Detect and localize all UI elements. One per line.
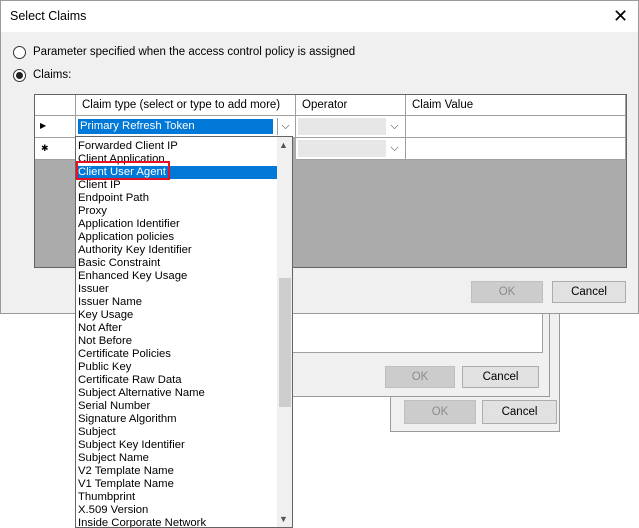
list-item[interactable]: Issuer (78, 283, 109, 296)
column-header-claim-type[interactable]: Claim type (select or type to add more) (76, 95, 296, 116)
chevron-down-icon[interactable]: ⌵ (277, 118, 293, 135)
radio-claims-label[interactable]: Claims: (33, 69, 71, 81)
claim-type-dropdown-list[interactable]: Forwarded Client IP Client Application C… (75, 136, 293, 528)
list-item[interactable]: Application policies (78, 231, 174, 244)
claim-type-selected-value[interactable]: Primary Refresh Token (77, 118, 274, 135)
list-item[interactable]: V2 Template Name (78, 465, 174, 478)
ok-button: OK (385, 366, 455, 388)
new-row-icon: ✱ (41, 143, 49, 153)
list-item[interactable]: Subject (78, 426, 116, 439)
background-dialog-2-cancel-button[interactable]: Cancel (482, 400, 557, 424)
list-item[interactable]: Application Identifier (78, 218, 180, 231)
row-pointer-icon: ▶ (40, 121, 47, 130)
list-item[interactable]: Endpoint Path (78, 192, 149, 205)
row-header-1[interactable]: ▶ (35, 116, 76, 138)
list-item[interactable]: Basic Constraint (78, 257, 160, 270)
list-item[interactable]: Signature Algorithm (78, 413, 177, 426)
chevron-down-icon[interactable]: ⌵ (386, 118, 403, 135)
claim-value-cell-new[interactable] (406, 138, 626, 160)
list-item[interactable]: Issuer Name (78, 296, 142, 309)
list-item[interactable]: Subject Name (78, 452, 149, 465)
list-item[interactable]: Public Key (78, 361, 131, 374)
claim-type-combo-1[interactable]: Primary Refresh Token ⌵ (76, 116, 296, 138)
close-icon[interactable]: ✕ (613, 7, 628, 25)
operator-combo-new[interactable]: ⌵ (296, 138, 406, 160)
operator-combo-body (298, 140, 386, 157)
list-item[interactable]: Client IP (78, 179, 121, 192)
column-header-claim-value[interactable]: Claim Value (406, 95, 626, 116)
list-item[interactable]: Not After (78, 322, 122, 335)
list-item[interactable]: Forwarded Client IP (78, 140, 178, 153)
list-item[interactable]: Enhanced Key Usage (78, 270, 187, 283)
radio-parameter-label[interactable]: Parameter specified when the access cont… (33, 46, 355, 58)
grid-corner (35, 95, 76, 116)
background-dialog-2-ok-button: OK (404, 400, 476, 424)
ok-button: OK (471, 281, 543, 303)
highlight-box (76, 161, 170, 180)
claim-value-cell-1[interactable] (406, 116, 626, 138)
list-item[interactable]: Subject Alternative Name (78, 387, 205, 400)
list-item[interactable]: V1 Template Name (78, 478, 174, 491)
radio-parameter[interactable] (13, 46, 26, 59)
column-header-operator[interactable]: Operator (296, 95, 406, 116)
cancel-button[interactable]: Cancel (482, 400, 557, 424)
list-item[interactable]: Authority Key Identifier (78, 244, 192, 257)
ok-button: OK (404, 400, 476, 424)
chevron-down-icon[interactable]: ⌵ (386, 140, 403, 157)
title-bar (1, 1, 638, 32)
scroll-down-icon[interactable]: ▼ (279, 514, 288, 524)
list-item[interactable]: Key Usage (78, 309, 133, 322)
list-item[interactable]: X.509 Version (78, 504, 148, 517)
list-item[interactable]: Proxy (78, 205, 107, 218)
list-item[interactable]: Not Before (78, 335, 132, 348)
cancel-button[interactable]: Cancel (552, 281, 626, 303)
row-header-new[interactable]: ✱ (35, 138, 76, 160)
scroll-up-icon[interactable]: ▲ (279, 140, 288, 150)
list-item[interactable]: Thumbprint (78, 491, 135, 504)
dialog-title: Select Claims (10, 9, 87, 23)
list-item[interactable]: Subject Key Identifier (78, 439, 185, 452)
radio-claims[interactable] (13, 69, 26, 82)
cancel-button[interactable]: Cancel (462, 366, 539, 388)
scrollbar-thumb[interactable] (279, 278, 291, 407)
operator-combo-1[interactable]: ⌵ (296, 116, 406, 138)
list-item[interactable]: Certificate Raw Data (78, 374, 182, 387)
list-item[interactable]: Certificate Policies (78, 348, 171, 361)
operator-combo-body (298, 118, 386, 135)
list-item[interactable]: Serial Number (78, 400, 150, 413)
list-item[interactable]: Inside Corporate Network (78, 517, 206, 527)
